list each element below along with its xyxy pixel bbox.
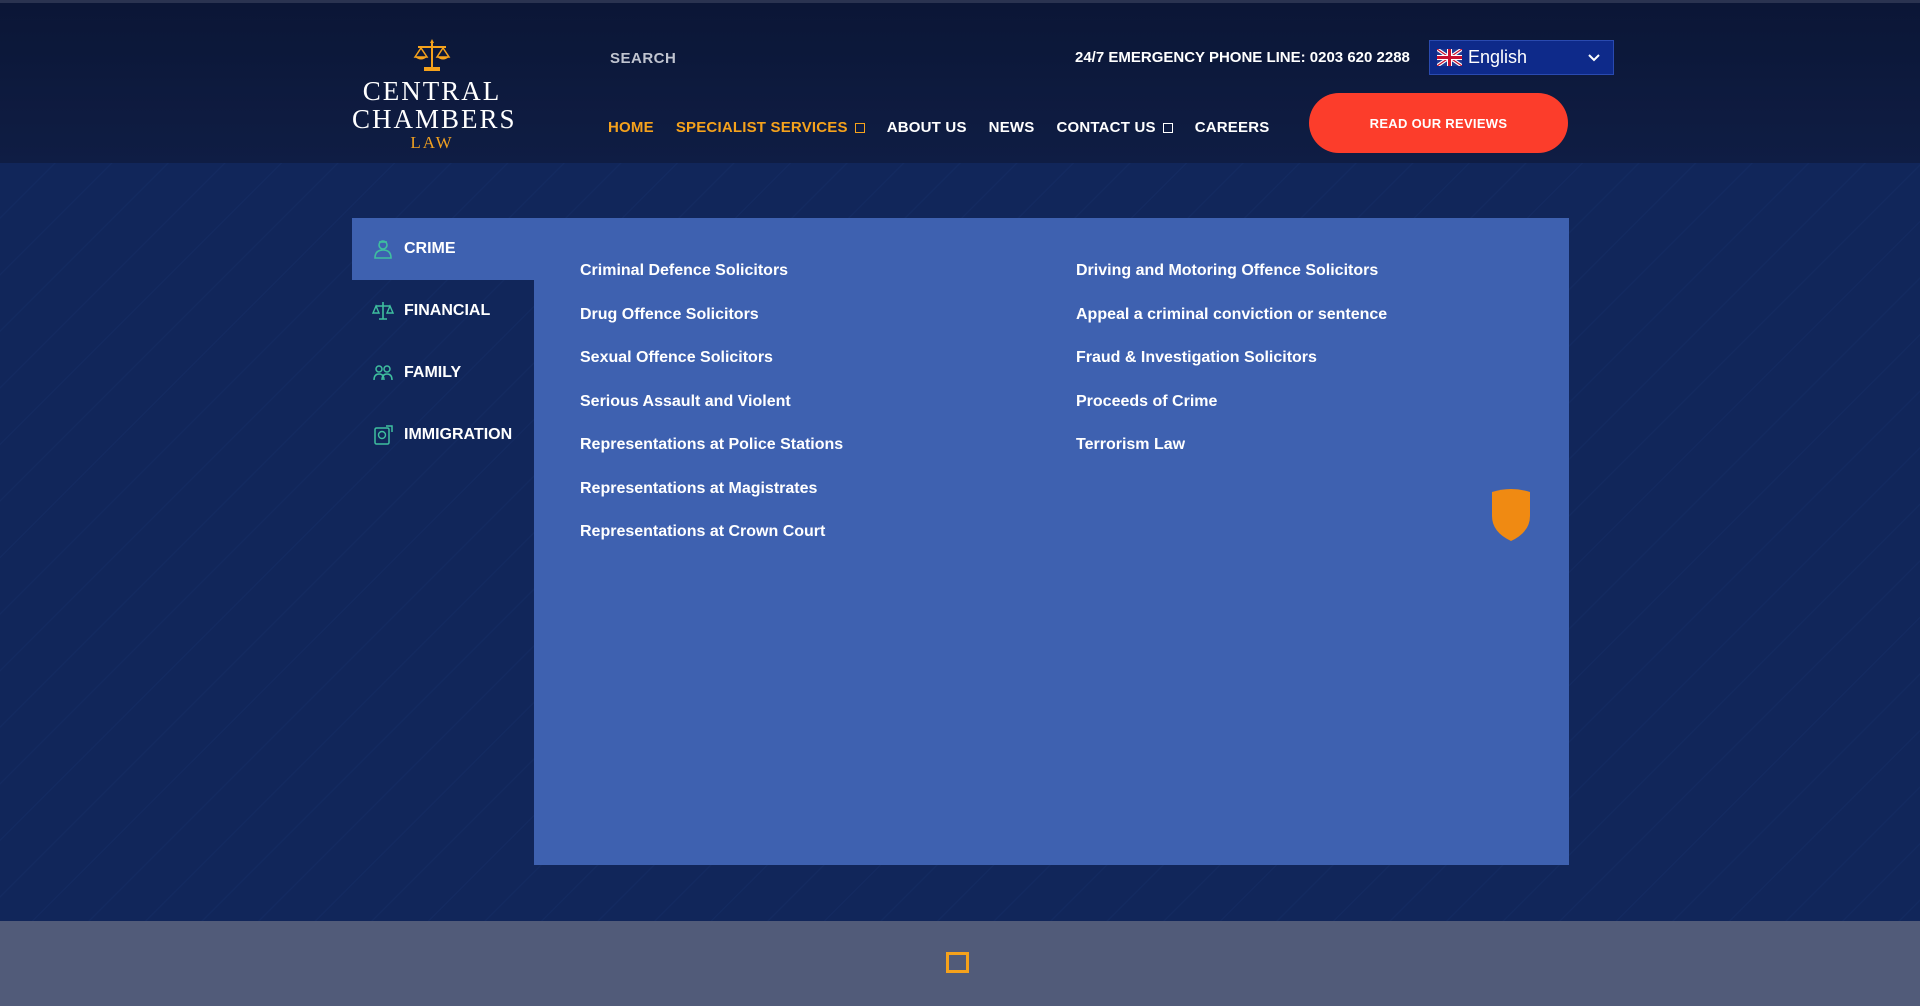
service-link[interactable]: Representations at Police Stations [580,436,843,454]
service-link[interactable]: Fraud & Investigation Solicitors [1076,349,1317,367]
footer-strip [0,921,1920,1006]
category-financial[interactable]: FINANCIAL [352,280,534,342]
nav-item-contact-us[interactable]: CONTACT US [1056,119,1173,136]
crime-services-list: Criminal Defence Solicitors Drug Offence… [534,218,1569,865]
nav-item-home[interactable]: HOME [608,119,654,136]
financial-scales-icon [372,302,394,320]
service-link[interactable]: Criminal Defence Solicitors [580,262,788,280]
emergency-phone-line[interactable]: 24/7 EMERGENCY PHONE LINE: 0203 620 2288 [1075,49,1410,66]
immigration-passport-icon [374,425,393,445]
shield-icon [1492,489,1530,541]
nav-item-careers-label: CAREERS [1194,119,1270,136]
nav-item-about-us[interactable]: ABOUT US [887,119,967,136]
site-logo[interactable]: CENTRAL CHAMBERS LAW [352,37,517,157]
uk-flag-icon [1437,49,1462,66]
category-financial-label: FINANCIAL [404,302,491,319]
nav-item-news-label: NEWS [988,119,1035,136]
dropdown-square-icon [1162,122,1173,133]
category-immigration[interactable]: IMMIGRATION [352,404,534,466]
service-link[interactable]: Representations at Magistrates [580,480,817,498]
crime-person-icon [374,240,392,259]
logo-line-2: CHAMBERS [352,104,517,134]
scales-of-justice-icon [413,39,451,71]
service-link[interactable]: Drug Offence Solicitors [580,306,759,324]
service-link[interactable]: Appeal a criminal conviction or sentence [1076,306,1387,324]
site-header: CENTRAL CHAMBERS LAW 24/7 EMERGENCY PHON… [0,0,1920,163]
service-link[interactable]: Serious Assault and Violent [580,393,791,411]
main-navigation: HOME SPECIALIST SERVICES ABOUT US NEWS C… [608,119,1291,136]
nav-item-specialist-services[interactable]: SPECIALIST SERVICES [676,119,865,136]
service-category-sidebar: CRIME FINANCIAL FAMILY IMMIGRATION [352,218,534,865]
service-link[interactable]: Driving and Motoring Offence Solicitors [1076,262,1378,280]
nav-item-home-label: HOME [608,119,654,136]
family-people-icon [373,365,393,381]
category-crime[interactable]: CRIME [352,218,534,280]
category-crime-label: CRIME [404,240,456,257]
service-link[interactable]: Sexual Offence Solicitors [580,349,773,367]
nav-item-careers[interactable]: CAREERS [1195,119,1270,136]
service-link[interactable]: Terrorism Law [1076,436,1185,454]
read-our-reviews-button[interactable]: READ OUR REVIEWS [1309,93,1568,153]
language-selected-label: English [1468,47,1528,67]
chevron-down-icon [1588,54,1600,62]
specialist-services-mega-menu: CRIME FINANCIAL FAMILY IMMIGRATION Crimi… [352,218,1569,865]
category-family[interactable]: FAMILY [352,342,534,404]
logo-line-3: LAW [410,133,454,152]
square-icon[interactable] [946,952,969,973]
nav-item-about-us-label: ABOUT US [886,119,967,136]
language-selector[interactable]: English [1429,40,1614,75]
nav-item-specialist-services-label: SPECIALIST SERVICES [675,119,848,136]
dropdown-square-icon [854,122,865,133]
logo-line-1: CENTRAL [362,76,502,106]
service-link[interactable]: Representations at Crown Court [580,523,825,541]
nav-item-contact-us-label: CONTACT US [1056,119,1156,136]
search-input[interactable] [610,46,910,70]
service-link[interactable]: Proceeds of Crime [1076,393,1217,411]
category-immigration-label: IMMIGRATION [404,426,513,443]
nav-item-news[interactable]: NEWS [989,119,1035,136]
category-family-label: FAMILY [404,364,462,381]
